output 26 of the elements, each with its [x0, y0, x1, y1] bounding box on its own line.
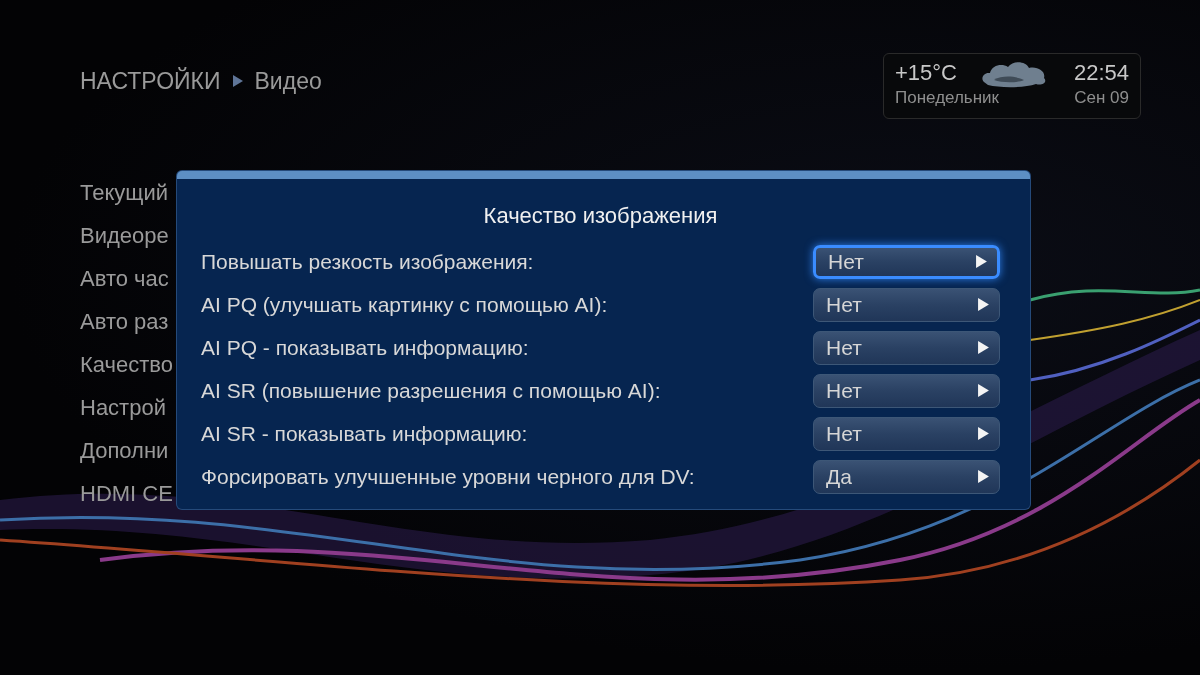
option-value-button[interactable]: Нет	[813, 287, 1000, 322]
option-label: AI SR (повышение разрешения с помощью AI):	[201, 378, 661, 403]
option-value-button[interactable]: Нет	[813, 416, 1000, 451]
date: Сен 09	[1074, 88, 1129, 108]
arrow-right-icon	[978, 341, 989, 354]
temperature: +15°C	[895, 60, 957, 86]
option-value-button[interactable]: Нет	[813, 244, 1000, 279]
option-value-button[interactable]: Нет	[813, 373, 1000, 408]
option-label: Форсировать улучшенные уровни черного для DV:	[201, 464, 695, 489]
arrow-right-icon	[978, 298, 989, 311]
option-label: Повышать резкость изображения:	[201, 249, 534, 274]
arrow-right-icon	[978, 470, 989, 483]
option-value-button[interactable]: Да	[813, 459, 1000, 494]
arrow-right-icon	[976, 255, 987, 268]
option-value-button[interactable]: Нет	[813, 330, 1000, 365]
breadcrumb-section[interactable]: НАСТРОЙКИ	[80, 67, 221, 95]
option-label: AI SR - показывать информацию:	[201, 421, 528, 446]
arrow-right-icon	[978, 427, 989, 440]
arrow-right-icon	[978, 384, 989, 397]
option-label: AI PQ - показывать информацию:	[201, 335, 529, 360]
page-title: Видео	[254, 67, 322, 95]
option-label: AI PQ (улучшать картинку с помощью AI):	[201, 292, 608, 317]
dialog-title: Качество изображения	[482, 202, 719, 230]
chevron-right-icon	[232, 74, 243, 88]
weekday: Понедельник	[895, 88, 1000, 108]
clock-time: 22:54	[1073, 60, 1129, 86]
